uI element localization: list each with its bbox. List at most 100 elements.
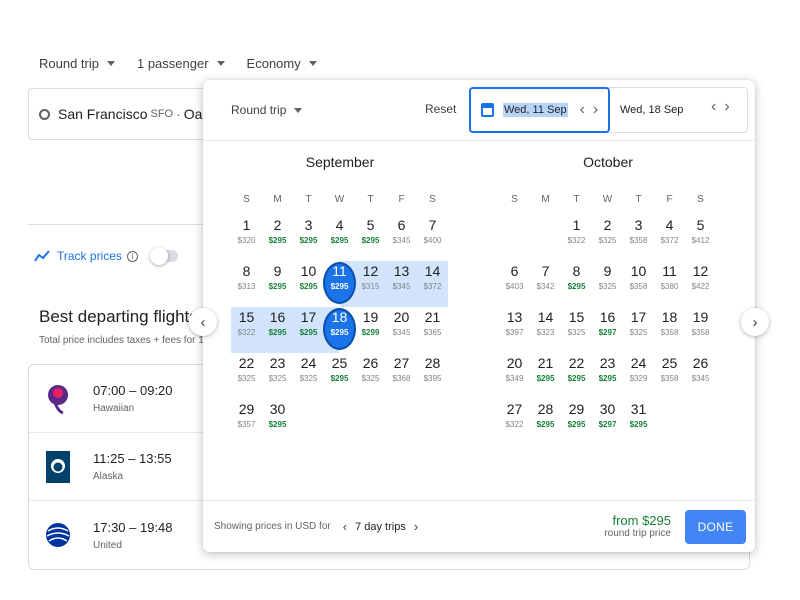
calendar-day[interactable]: 21 $365 [417,307,448,353]
calendar-day[interactable]: 23 $295 [592,353,623,399]
calendar-day[interactable]: 20 $345 [386,307,417,353]
calendar-day[interactable]: 7 $400 [417,215,448,261]
calendar-day[interactable]: 27 $322 [499,399,530,445]
calendar-day[interactable]: 30 $297 [592,399,623,445]
day-price: $295 [536,420,555,429]
calendar-day[interactable]: 25 $295 [324,353,355,399]
calendar-day[interactable]: 19 $299 [355,307,386,353]
calendar-day[interactable]: 11 $380 [654,261,685,307]
day-number: 12 [362,263,379,279]
chevron-right-icon[interactable]: › [724,99,729,115]
calendar-day[interactable]: 15 $322 [231,307,262,353]
calendar-day[interactable]: 10 $295 [293,261,324,307]
day-price: $372 [423,282,442,291]
calendar-day[interactable]: 26 $325 [355,353,386,399]
calendar-day[interactable]: 5 $295 [355,215,386,261]
calendar-day[interactable]: 22 $325 [231,353,262,399]
calendar-day[interactable]: 14 $323 [530,307,561,353]
calendar-day[interactable]: 8 $295 [561,261,592,307]
day-number: 4 [665,217,674,233]
calendar-day[interactable]: 24 $325 [293,353,324,399]
day-number: 29 [568,401,585,417]
calendar-day[interactable]: 6 $403 [499,261,530,307]
calendar-day[interactable]: 16 $295 [262,307,293,353]
calendar-day[interactable]: 20 $349 [499,353,530,399]
day-price: $295 [361,236,380,245]
return-date-field[interactable]: Wed, 18 Sep [620,88,683,132]
calendar-day[interactable]: 18 $358 [654,307,685,353]
chevron-left-icon[interactable]: ‹ [580,102,585,118]
calendar-day[interactable]: 3 $358 [623,215,654,261]
calendar-day[interactable]: 9 $325 [592,261,623,307]
done-button[interactable]: DONE [685,510,746,544]
next-month-button[interactable]: › [741,308,769,336]
prev-month-button[interactable]: ‹ [189,308,217,336]
calendar-day[interactable]: 28 $395 [417,353,448,399]
calendar-day[interactable]: 16 $297 [592,307,623,353]
calendar-day[interactable]: 12 $422 [685,261,716,307]
calendar-day[interactable]: 27 $368 [386,353,417,399]
chevron-right-icon[interactable]: › [593,102,598,118]
day-number: 19 [362,309,379,325]
trip-type-dropdown[interactable]: Round trip [39,56,115,71]
day-number: 13 [506,309,523,325]
calendar-day[interactable]: 29 $295 [561,399,592,445]
day-number: 14 [537,309,554,325]
calendar-day[interactable]: 8 $313 [231,261,262,307]
calendar-day[interactable]: 17 $295 [293,307,324,353]
calendar-day[interactable]: 23 $325 [262,353,293,399]
passenger-dropdown[interactable]: 1 passenger [137,56,225,71]
calendar-day[interactable]: 1 $322 [561,215,592,261]
day-price: $295 [330,282,349,291]
calendar-day[interactable]: 26 $345 [685,353,716,399]
caret-down-icon [106,61,115,66]
calendar-day-selected[interactable]: 18 $295 [323,307,356,353]
day-number: 16 [599,309,616,325]
calendar-day[interactable]: 25 $358 [654,353,685,399]
calendar-day[interactable]: 15 $325 [561,307,592,353]
day-number: 30 [269,401,286,417]
chevron-left-icon[interactable]: ‹ [343,519,347,534]
day-price: $368 [392,374,411,383]
calendar-day[interactable]: 30 $295 [262,399,293,445]
day-price: $295 [299,328,318,337]
calendar-day[interactable]: 17 $325 [623,307,654,353]
calendar-day[interactable]: 13 $345 [386,261,417,307]
track-prices-toggle[interactable] [149,247,178,265]
calendar-day[interactable]: 29 $357 [231,399,262,445]
calendar-day[interactable]: 2 $325 [592,215,623,261]
calendar-day[interactable]: 22 $295 [561,353,592,399]
calendar-day[interactable]: 19 $358 [685,307,716,353]
chevron-right-icon[interactable]: › [414,519,418,534]
calendar-day[interactable]: 12 $315 [355,261,386,307]
calendar-day[interactable]: 9 $295 [262,261,293,307]
calendar-day[interactable]: 24 $329 [623,353,654,399]
calendar-day[interactable]: 6 $345 [386,215,417,261]
calendar-day[interactable]: 31 $295 [623,399,654,445]
calendar-day[interactable]: 4 $295 [324,215,355,261]
origin-field[interactable]: San Francisco SFO · Oakland [28,88,228,140]
calendar-day[interactable]: 7 $342 [530,261,561,307]
calendar-day[interactable]: 13 $397 [499,307,530,353]
calendar-day-selected[interactable]: 11 $295 [323,261,356,307]
depart-date-field[interactable]: Wed, 11 Sep ‹ › [469,87,610,133]
chevron-left-icon[interactable]: ‹ [711,99,716,115]
info-icon[interactable]: i [126,250,138,262]
calendar-day[interactable]: 5 $412 [685,215,716,261]
picker-trip-type-dropdown[interactable]: Round trip [231,103,303,117]
calendar-day[interactable]: 10 $358 [623,261,654,307]
calendar-day[interactable]: 28 $295 [530,399,561,445]
showing-prices-label: Showing prices in USD for [214,521,331,532]
day-number: 4 [335,217,344,233]
calendar-day[interactable]: 4 $372 [654,215,685,261]
day-price: $422 [691,282,710,291]
reset-button[interactable]: Reset [425,102,456,116]
day-number: 18 [331,309,348,325]
calendar-day[interactable]: 2 $295 [262,215,293,261]
origin-code: SFO [150,108,174,120]
calendar-day[interactable]: 3 $295 [293,215,324,261]
calendar-day[interactable]: 14 $372 [417,261,448,307]
cabin-dropdown[interactable]: Economy [247,56,317,71]
calendar-day[interactable]: 1 $320 [231,215,262,261]
calendar-day[interactable]: 21 $295 [530,353,561,399]
